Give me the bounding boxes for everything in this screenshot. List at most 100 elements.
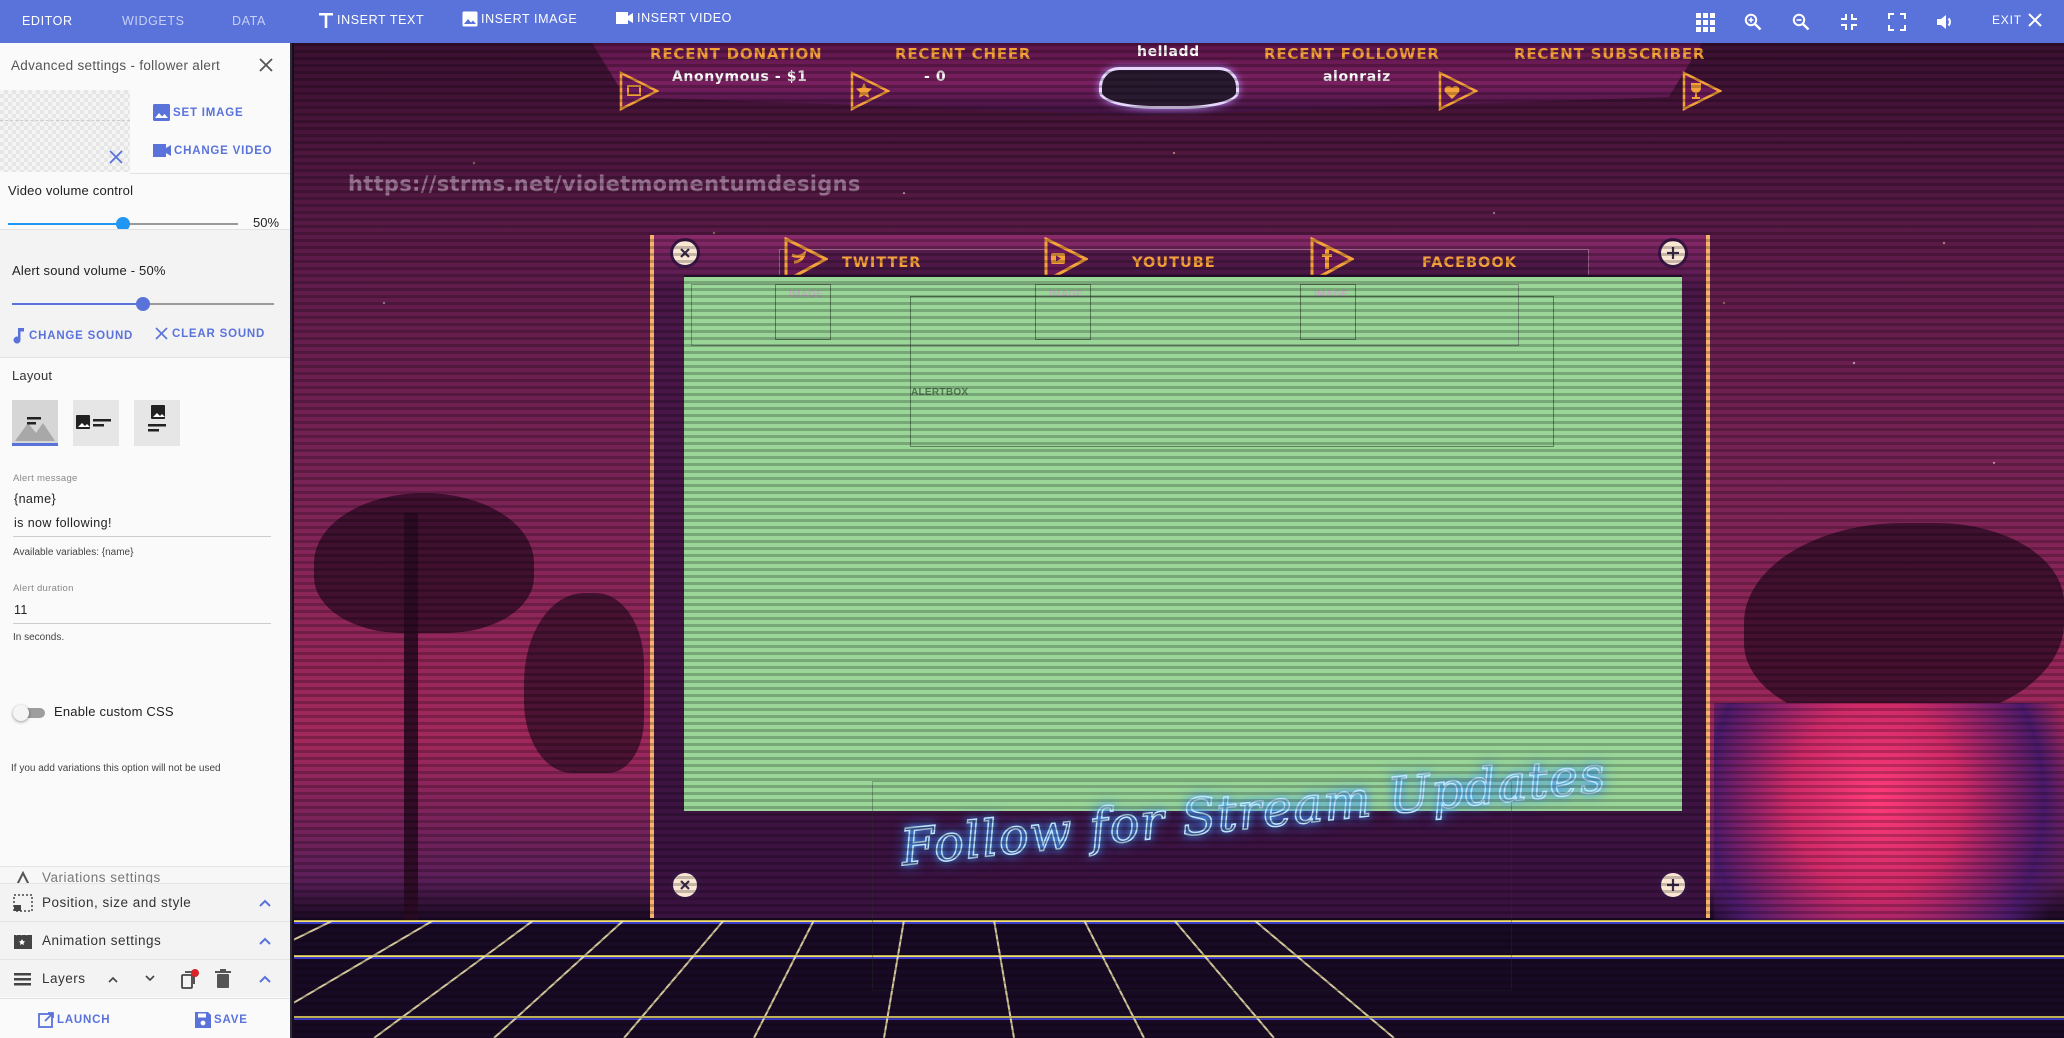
- toggle-knob: [13, 705, 29, 721]
- video-camera-icon: [616, 12, 633, 24]
- add-bottom-button[interactable]: [1658, 870, 1688, 900]
- remove-top-button[interactable]: [670, 238, 700, 268]
- position-size-label: Position, size and style: [42, 895, 192, 910]
- recent-donation-title: RECENT DONATION: [650, 45, 823, 63]
- layers-label: Layers: [42, 971, 86, 986]
- recent-subscriber-title: RECENT SUBSCRIBER: [1514, 45, 1706, 63]
- close-icon: [2028, 13, 2042, 27]
- position-size-icon: [13, 894, 33, 912]
- divider: [130, 173, 290, 174]
- change-sound-label: CHANGE SOUND: [29, 329, 134, 342]
- custom-css-label: Enable custom CSS: [54, 704, 174, 719]
- set-image-button[interactable]: SET IMAGE: [153, 104, 243, 121]
- video-volume-value: 50%: [253, 215, 280, 230]
- text-icon: [319, 13, 333, 28]
- save-label: SAVE: [214, 1014, 248, 1026]
- layout-image-above-icon: [148, 405, 166, 432]
- tab-editor[interactable]: EDITOR: [22, 14, 73, 28]
- change-video-button[interactable]: CHANGE VIDEO: [153, 144, 272, 157]
- alertbox-element[interactable]: [910, 296, 1554, 447]
- zoom-out-button[interactable]: [1789, 10, 1813, 34]
- layers-icon: [14, 973, 31, 986]
- fit-screen-button[interactable]: [1837, 10, 1861, 34]
- alert-message-line2[interactable]: is now following!: [14, 516, 112, 530]
- grid-icon: [1695, 12, 1715, 32]
- insert-text-label: INSERT TEXT: [337, 13, 425, 27]
- duplicate-icon[interactable]: [178, 968, 200, 990]
- settings-sidebar: Advanced settings - follower alert SET I…: [0, 43, 292, 1038]
- recent-follower-title: RECENT FOLLOWER: [1264, 45, 1440, 63]
- close-panel-icon[interactable]: [256, 55, 276, 75]
- exit-button[interactable]: EXIT: [1992, 13, 2042, 27]
- image-icon: [462, 11, 478, 27]
- overlay-canvas[interactable]: https://strms.net/violetmomentumdesigns …: [294, 43, 2064, 1038]
- insert-text-button[interactable]: INSERT TEXT: [318, 11, 424, 29]
- accordion-layers[interactable]: Layers: [0, 959, 290, 997]
- facebook-label: FACEBOOK: [1422, 255, 1517, 271]
- layer-down-icon[interactable]: [144, 975, 156, 983]
- accordion-position-size-style[interactable]: Position, size and style: [0, 883, 290, 921]
- chevron-up-icon[interactable]: [258, 935, 272, 947]
- clear-sound-button[interactable]: CLEAR SOUND: [155, 327, 265, 340]
- avatar-frame: [1099, 67, 1239, 109]
- volume-icon: [1937, 15, 1951, 29]
- collapse-icon: [1841, 14, 1857, 30]
- custom-css-toggle[interactable]: [13, 705, 47, 721]
- accordion-animation-settings[interactable]: Animation settings: [0, 921, 290, 959]
- layout-label: Layout: [12, 368, 53, 383]
- launch-button[interactable]: LAUNCH: [38, 1012, 110, 1028]
- alertbox-tag-label: ALERTBOX: [911, 387, 969, 398]
- alert-sound-slider[interactable]: [12, 296, 274, 312]
- change-sound-button[interactable]: CHANGE SOUND: [12, 327, 133, 344]
- alert-message-label: Alert message: [13, 473, 78, 484]
- slider-fill: [8, 223, 123, 225]
- insert-image-label: INSERT IMAGE: [481, 12, 578, 26]
- alert-message-underline: [13, 536, 271, 537]
- launch-label: LAUNCH: [57, 1014, 111, 1026]
- fullscreen-icon: [1888, 13, 1906, 31]
- set-image-label: SET IMAGE: [173, 106, 244, 119]
- chevron-up-icon[interactable]: [258, 897, 272, 909]
- alert-duration-underline: [13, 623, 271, 624]
- watermark-url: https://strms.net/violetmomentumdesigns: [348, 172, 861, 196]
- tab-widgets[interactable]: WIDGETS: [122, 14, 185, 28]
- close-icon: [680, 248, 690, 258]
- clear-sound-label: CLEAR SOUND: [172, 327, 266, 340]
- trophy-icon: [1682, 71, 1722, 111]
- layout-option-image-above-text[interactable]: [134, 400, 180, 446]
- change-video-label: CHANGE VIDEO: [174, 144, 273, 157]
- animation-label: Animation settings: [42, 933, 162, 948]
- save-button[interactable]: SAVE: [195, 1012, 248, 1028]
- divider: [0, 229, 290, 230]
- remove-bottom-button[interactable]: [670, 870, 700, 900]
- center-username: helladd: [1137, 44, 1200, 60]
- chevron-up-icon[interactable]: [258, 973, 272, 985]
- grid-toggle-button[interactable]: [1693, 10, 1717, 34]
- alert-message-hint: Available variables: {name}: [13, 547, 134, 558]
- zoom-in-button[interactable]: [1741, 10, 1765, 34]
- alert-duration-label: Alert duration: [13, 583, 74, 594]
- layout-image-left-icon: [76, 415, 111, 429]
- add-top-button[interactable]: [1658, 238, 1688, 268]
- tab-data[interactable]: DATA: [232, 14, 266, 28]
- fullscreen-button[interactable]: [1885, 10, 1909, 34]
- alert-duration-input[interactable]: 11: [14, 603, 28, 617]
- layout-option-image-left-text[interactable]: [73, 400, 119, 446]
- divider: [0, 998, 290, 999]
- insert-image-button[interactable]: INSERT IMAGE: [462, 11, 577, 27]
- volume-button[interactable]: [1933, 10, 1957, 34]
- insert-video-label: INSERT VIDEO: [637, 11, 732, 25]
- divider: [0, 357, 290, 358]
- recent-follower-value: alonraiz: [1323, 69, 1391, 85]
- remove-media-icon[interactable]: [108, 149, 124, 165]
- panel-title: Advanced settings - follower alert: [11, 58, 221, 73]
- alert-message-line1[interactable]: {name}: [14, 492, 56, 506]
- delete-icon[interactable]: [215, 969, 231, 989]
- layout-option-text-over-image[interactable]: [12, 400, 58, 446]
- animation-icon: [14, 932, 32, 949]
- insert-video-button[interactable]: INSERT VIDEO: [616, 11, 732, 25]
- youtube-label: YOUTUBE: [1132, 255, 1216, 271]
- donation-icon: [619, 71, 659, 111]
- layer-up-icon[interactable]: [107, 975, 119, 983]
- slider-thumb[interactable]: [136, 297, 150, 311]
